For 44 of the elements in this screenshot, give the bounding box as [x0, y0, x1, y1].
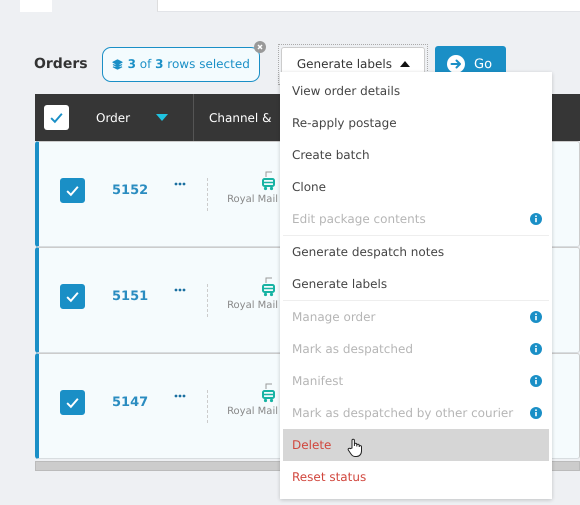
- more-icon[interactable]: [174, 182, 186, 186]
- menu-item[interactable]: Generate despatch notes: [283, 236, 549, 268]
- caret-icon: [400, 61, 410, 67]
- carrier-name: Royal Mail: [227, 194, 278, 205]
- menu-item[interactable]: Mark as despatched by other courier: [283, 397, 549, 429]
- menu-item[interactable]: Mark as despatched: [283, 333, 549, 365]
- sort-icon[interactable]: [156, 114, 168, 121]
- carrier-name: Royal Mail: [227, 300, 278, 311]
- trolley-icon: [262, 383, 276, 403]
- order-link[interactable]: 5152: [112, 182, 148, 198]
- more-icon[interactable]: [174, 288, 186, 292]
- carrier-name: Royal Mail: [227, 406, 278, 417]
- order-link[interactable]: 5151: [112, 288, 148, 304]
- selection-badge[interactable]: 3 of 3 rows selected: [102, 46, 260, 82]
- menu-item[interactable]: Re-apply postage: [283, 107, 549, 139]
- trolley-icon: [262, 277, 276, 297]
- menu-item[interactable]: Manage order: [283, 301, 549, 333]
- menu-item[interactable]: Clone: [283, 171, 549, 203]
- more-icon[interactable]: [174, 394, 186, 398]
- layers-icon: [112, 58, 123, 70]
- check-icon: [49, 110, 64, 125]
- section-title: Orders: [34, 56, 88, 72]
- column-header[interactable]: Order: [96, 110, 130, 124]
- column-header[interactable]: Channel &: [209, 110, 272, 124]
- menu-item[interactable]: Create batch: [283, 139, 549, 171]
- menu-item[interactable]: Edit package contents: [283, 203, 549, 236]
- info-icon[interactable]: [530, 375, 542, 387]
- info-icon[interactable]: [530, 343, 542, 355]
- row-checkbox[interactable]: [60, 178, 85, 202]
- select-all-checkbox[interactable]: [44, 105, 69, 130]
- selection-count: 3 of 3 rows selected: [128, 57, 250, 71]
- order-link[interactable]: 5147: [112, 394, 148, 410]
- close-icon[interactable]: [254, 40, 266, 52]
- info-icon[interactable]: [530, 407, 542, 419]
- trolley-icon: [262, 171, 276, 191]
- row-checkbox[interactable]: [60, 390, 85, 414]
- row-checkbox[interactable]: [60, 284, 85, 308]
- menu-item[interactable]: Generate labels: [283, 268, 549, 301]
- menu-item[interactable]: Delete: [283, 429, 549, 461]
- info-icon[interactable]: [530, 213, 542, 225]
- info-icon[interactable]: [530, 311, 542, 323]
- menu-item[interactable]: Manifest: [283, 365, 549, 397]
- hand-cursor-icon: [347, 438, 363, 458]
- menu-item[interactable]: Reset status: [283, 461, 549, 493]
